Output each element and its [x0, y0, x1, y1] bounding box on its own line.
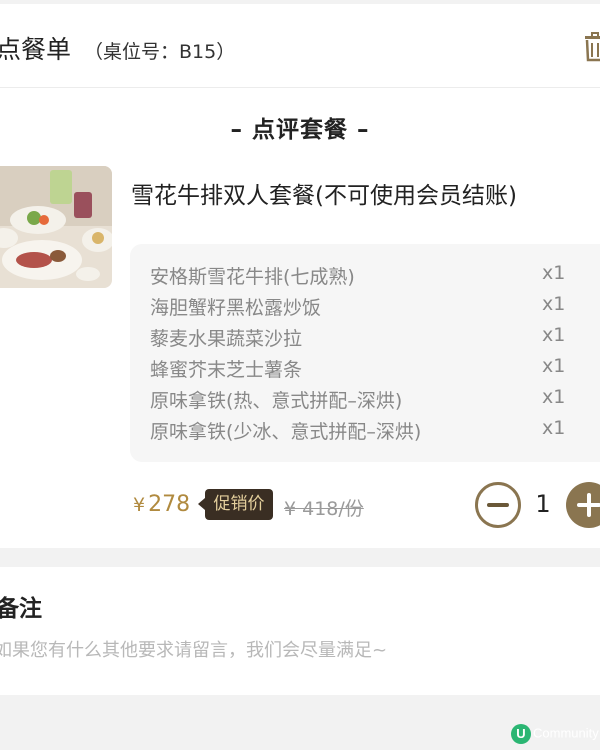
table-number: （桌位号：B15） [84, 41, 236, 63]
notes-section: 备注 [0, 567, 600, 695]
item-quantity: x1 [542, 355, 566, 377]
decrease-quantity-button[interactable] [475, 482, 521, 528]
product-name: 雪花牛排双人套餐(不可使用会员结账) [131, 183, 517, 209]
community-logo-icon: U [511, 723, 531, 744]
original-price: ¥ 418/份 [284, 498, 364, 520]
item-name: 藜麦水果蔬菜沙拉 [150, 328, 303, 350]
notes-title: 备注 [0, 596, 42, 622]
currency-symbol: ¥ [133, 494, 146, 516]
list-item: 原味拿铁(热、意式拼配–深烘) x1 [150, 386, 600, 414]
notes-input[interactable] [0, 635, 594, 665]
quantity-value: 1 [535, 490, 551, 518]
set-items-list: 安格斯雪花牛排(七成熟) x1 海胆蟹籽黑松露炒饭 x1 藜麦水果蔬菜沙拉 x1… [130, 244, 600, 462]
item-quantity: x1 [542, 417, 566, 439]
price-value: 278 [148, 492, 191, 517]
list-item: 安格斯雪花牛排(七成熟) x1 [150, 262, 600, 290]
increase-quantity-button[interactable] [566, 482, 600, 528]
order-header: 点餐单 （桌位号：B15） [0, 4, 600, 88]
item-name: 蜂蜜芥末芝士薯条 [150, 359, 303, 381]
list-item: 海胆蟹籽黑松露炒饭 x1 [150, 293, 600, 321]
watermark-text: Community [533, 725, 599, 741]
item-name: 原味拿铁(热、意式拼配–深烘) [150, 390, 403, 412]
item-name: 安格斯雪花牛排(七成熟) [150, 266, 355, 288]
food-image [0, 166, 112, 288]
section-title: – 点评套餐 – [230, 117, 370, 143]
watermark: U Community [511, 722, 599, 744]
list-item: 原味拿铁(少冰、意式拼配–深烘) x1 [150, 417, 600, 445]
promo-badge: 促销价 [198, 489, 273, 520]
item-quantity: x1 [542, 324, 566, 346]
list-item: 蜂蜜芥末芝士薯条 x1 [150, 355, 600, 383]
item-name: 海胆蟹籽黑松露炒饭 [150, 297, 322, 319]
item-quantity: x1 [542, 262, 566, 284]
current-price: ¥278 [133, 492, 190, 517]
item-quantity: x1 [542, 386, 566, 408]
item-name: 原味拿铁(少冰、意式拼配–深烘) [150, 421, 422, 443]
page-title: 点餐单 [0, 35, 72, 64]
list-item: 藜麦水果蔬菜沙拉 x1 [150, 324, 600, 352]
set-meal-card: – 点评套餐 – 雪花牛排双人套餐(不可使用会员结账) 安格斯雪花牛排(七成熟)… [0, 88, 600, 548]
item-quantity: x1 [542, 293, 566, 315]
trash-icon[interactable] [582, 32, 600, 62]
